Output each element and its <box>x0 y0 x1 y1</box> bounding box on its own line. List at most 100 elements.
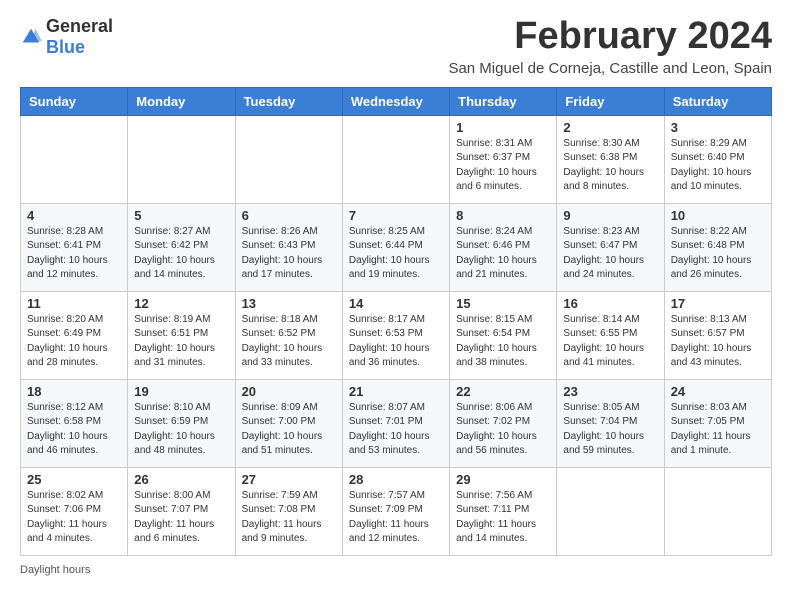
calendar-cell: 3 Sunrise: 8:29 AM Sunset: 6:40 PM Daylig… <box>664 115 771 203</box>
logo: General Blue <box>20 16 113 58</box>
day-header-friday: Friday <box>557 87 664 115</box>
day-info: Sunrise: 7:56 AM Sunset: 7:11 PM Dayligh… <box>456 489 550 547</box>
day-info: Sunrise: 8:20 AM Sunset: 6:49 PM Dayligh… <box>27 313 121 371</box>
day-number: 26 <box>134 472 228 487</box>
calendar-cell: 24 Sunrise: 8:03 AM Sunset: 7:05 PM Dayli… <box>664 379 771 467</box>
calendar-week-3: 11 Sunrise: 8:20 AM Sunset: 6:49 PM Dayli… <box>21 291 772 379</box>
calendar-cell: 7Sunrise: 8:25 AM Sunset: 6:44 PM Daylig… <box>342 203 449 291</box>
day-number: 14 <box>349 296 443 311</box>
day-info: Sunrise: 8:00 AM Sunset: 7:07 PM Dayligh… <box>134 489 228 547</box>
day-info: Sunrise: 8:07 AM Sunset: 7:01 PM Dayligh… <box>349 401 443 459</box>
calendar-title: February 2024 <box>448 16 772 58</box>
days-header-row: SundayMondayTuesdayWednesdayThursdayFrid… <box>21 87 772 115</box>
day-info: Sunrise: 8:10 AM Sunset: 6:59 PM Dayligh… <box>134 401 228 459</box>
day-number: 19 <box>134 384 228 399</box>
calendar-cell: 4 Sunrise: 8:28 AM Sunset: 6:41 PM Daylig… <box>21 203 128 291</box>
calendar-cell: 6Sunrise: 8:26 AM Sunset: 6:43 PM Daylig… <box>235 203 342 291</box>
day-info: Sunrise: 8:03 AM Sunset: 7:05 PM Dayligh… <box>671 401 765 459</box>
day-info: Sunrise: 8:12 AM Sunset: 6:58 PM Dayligh… <box>27 401 121 459</box>
calendar-cell: 25Sunrise: 8:02 AM Sunset: 7:06 PM Dayli… <box>21 467 128 555</box>
calendar-cell <box>557 467 664 555</box>
calendar-cell <box>128 115 235 203</box>
day-number: 1 <box>456 120 550 135</box>
day-number: 20 <box>242 384 336 399</box>
day-number: 3 <box>671 120 765 135</box>
day-number: 6 <box>242 208 336 223</box>
day-number: 24 <box>671 384 765 399</box>
calendar-cell: 5Sunrise: 8:27 AM Sunset: 6:42 PM Daylig… <box>128 203 235 291</box>
day-header-thursday: Thursday <box>450 87 557 115</box>
day-info: Sunrise: 7:59 AM Sunset: 7:08 PM Dayligh… <box>242 489 336 547</box>
day-number: 10 <box>671 208 765 223</box>
logo-general: General <box>46 16 113 36</box>
calendar-cell <box>664 467 771 555</box>
calendar-cell: 10Sunrise: 8:22 AM Sunset: 6:48 PM Dayli… <box>664 203 771 291</box>
day-number: 25 <box>27 472 121 487</box>
day-number: 17 <box>671 296 765 311</box>
calendar-cell: 23Sunrise: 8:05 AM Sunset: 7:04 PM Dayli… <box>557 379 664 467</box>
calendar-cell: 12 Sunrise: 8:19 AM Sunset: 6:51 PM Dayli… <box>128 291 235 379</box>
day-info: Sunrise: 8:06 AM Sunset: 7:02 PM Dayligh… <box>456 401 550 459</box>
calendar-cell <box>342 115 449 203</box>
calendar-cell: 29Sunrise: 7:56 AM Sunset: 7:11 PM Dayli… <box>450 467 557 555</box>
calendar-cell: 15Sunrise: 8:15 AM Sunset: 6:54 PM Dayli… <box>450 291 557 379</box>
day-info: Sunrise: 8:23 AM Sunset: 6:47 PM Dayligh… <box>563 225 657 283</box>
day-info: Sunrise: 8:18 AM Sunset: 6:52 PM Dayligh… <box>242 313 336 371</box>
day-info: Sunrise: 8:13 AM Sunset: 6:57 PM Dayligh… <box>671 313 765 371</box>
calendar-cell: 9 Sunrise: 8:23 AM Sunset: 6:47 PM Daylig… <box>557 203 664 291</box>
calendar-cell: 22Sunrise: 8:06 AM Sunset: 7:02 PM Dayli… <box>450 379 557 467</box>
calendar-cell: 27 Sunrise: 7:59 AM Sunset: 7:08 PM Dayli… <box>235 467 342 555</box>
calendar-cell: 16Sunrise: 8:14 AM Sunset: 6:55 PM Dayli… <box>557 291 664 379</box>
calendar-cell: 17 Sunrise: 8:13 AM Sunset: 6:57 PM Dayli… <box>664 291 771 379</box>
day-number: 8 <box>456 208 550 223</box>
calendar-cell: 26 Sunrise: 8:00 AM Sunset: 7:07 PM Dayli… <box>128 467 235 555</box>
day-number: 4 <box>27 208 121 223</box>
calendar-week-1: 1Sunrise: 8:31 AM Sunset: 6:37 PM Daylig… <box>21 115 772 203</box>
day-info: Sunrise: 8:28 AM Sunset: 6:41 PM Dayligh… <box>27 225 121 283</box>
day-header-monday: Monday <box>128 87 235 115</box>
calendar-cell: 13 Sunrise: 8:18 AM Sunset: 6:52 PM Dayli… <box>235 291 342 379</box>
day-info: Sunrise: 8:30 AM Sunset: 6:38 PM Dayligh… <box>563 137 657 195</box>
day-header-saturday: Saturday <box>664 87 771 115</box>
day-info: Sunrise: 8:05 AM Sunset: 7:04 PM Dayligh… <box>563 401 657 459</box>
day-info: Sunrise: 8:25 AM Sunset: 6:44 PM Dayligh… <box>349 225 443 283</box>
day-info: Sunrise: 8:19 AM Sunset: 6:51 PM Dayligh… <box>134 313 228 371</box>
calendar-week-4: 18 Sunrise: 8:12 AM Sunset: 6:58 PM Dayli… <box>21 379 772 467</box>
calendar-cell: 21 Sunrise: 8:07 AM Sunset: 7:01 PM Dayli… <box>342 379 449 467</box>
calendar-week-2: 4 Sunrise: 8:28 AM Sunset: 6:41 PM Daylig… <box>21 203 772 291</box>
calendar-week-5: 25Sunrise: 8:02 AM Sunset: 7:06 PM Dayli… <box>21 467 772 555</box>
day-number: 12 <box>134 296 228 311</box>
day-number: 11 <box>27 296 121 311</box>
calendar-cell: 20Sunrise: 8:09 AM Sunset: 7:00 PM Dayli… <box>235 379 342 467</box>
calendar-subtitle: San Miguel de Corneja, Castille and Leon… <box>448 60 772 77</box>
header: General Blue February 2024 San Miguel de… <box>20 16 772 77</box>
day-info: Sunrise: 7:57 AM Sunset: 7:09 PM Dayligh… <box>349 489 443 547</box>
day-header-tuesday: Tuesday <box>235 87 342 115</box>
calendar-cell <box>21 115 128 203</box>
day-header-wednesday: Wednesday <box>342 87 449 115</box>
footer-note: Daylight hours <box>20 564 772 576</box>
day-number: 5 <box>134 208 228 223</box>
day-number: 27 <box>242 472 336 487</box>
day-number: 9 <box>563 208 657 223</box>
calendar-cell: 8Sunrise: 8:24 AM Sunset: 6:46 PM Daylig… <box>450 203 557 291</box>
calendar-cell: 2 Sunrise: 8:30 AM Sunset: 6:38 PM Daylig… <box>557 115 664 203</box>
day-number: 28 <box>349 472 443 487</box>
calendar-cell: 19 Sunrise: 8:10 AM Sunset: 6:59 PM Dayli… <box>128 379 235 467</box>
day-number: 16 <box>563 296 657 311</box>
day-number: 18 <box>27 384 121 399</box>
day-header-sunday: Sunday <box>21 87 128 115</box>
day-number: 21 <box>349 384 443 399</box>
logo-icon <box>20 26 42 48</box>
calendar-table: SundayMondayTuesdayWednesdayThursdayFrid… <box>20 87 772 556</box>
calendar-cell: 11 Sunrise: 8:20 AM Sunset: 6:49 PM Dayli… <box>21 291 128 379</box>
calendar-cell <box>235 115 342 203</box>
day-info: Sunrise: 8:29 AM Sunset: 6:40 PM Dayligh… <box>671 137 765 195</box>
day-info: Sunrise: 8:17 AM Sunset: 6:53 PM Dayligh… <box>349 313 443 371</box>
day-number: 2 <box>563 120 657 135</box>
calendar-cell: 28 Sunrise: 7:57 AM Sunset: 7:09 PM Dayli… <box>342 467 449 555</box>
logo-blue: Blue <box>46 37 85 57</box>
day-number: 13 <box>242 296 336 311</box>
day-number: 15 <box>456 296 550 311</box>
calendar-cell: 1Sunrise: 8:31 AM Sunset: 6:37 PM Daylig… <box>450 115 557 203</box>
